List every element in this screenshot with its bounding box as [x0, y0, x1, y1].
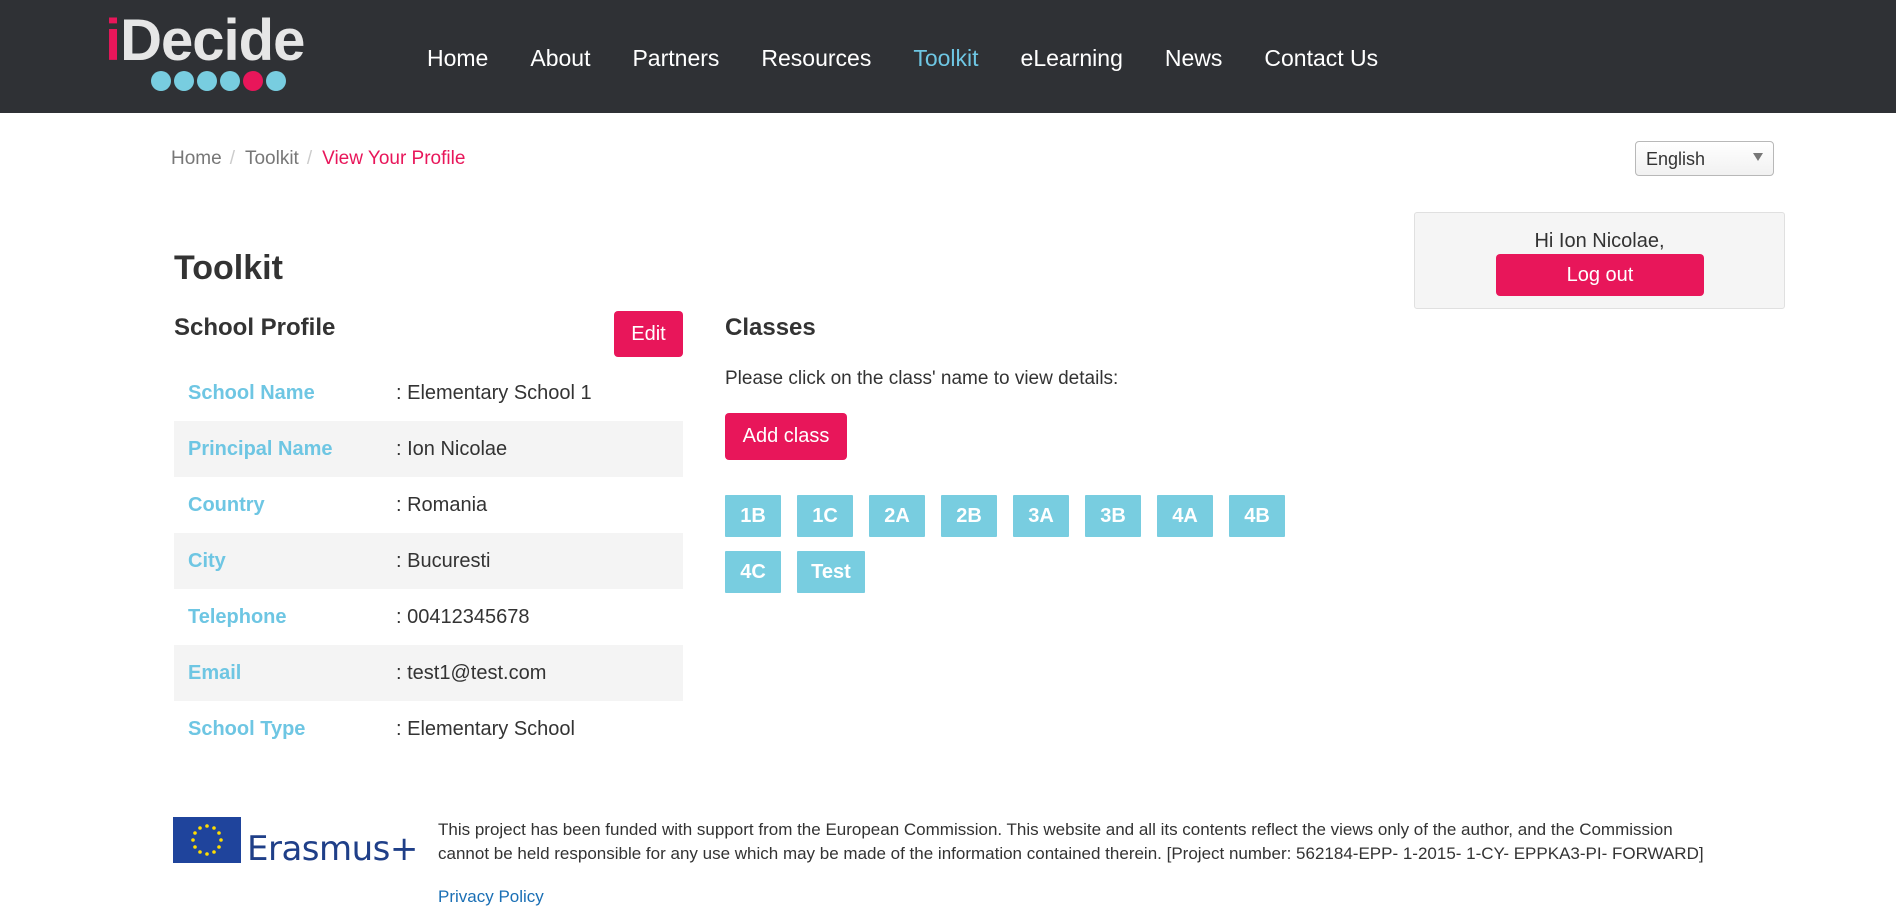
- classes-hint: Please click on the class' name to view …: [725, 368, 1119, 389]
- profile-label: Telephone: [188, 605, 287, 628]
- nav-elearning[interactable]: eLearning: [1021, 38, 1123, 78]
- main-nav: Home About Partners Resources Toolkit eL…: [406, 38, 1399, 78]
- eu-flag-icon: [173, 817, 241, 863]
- logo-dots: [151, 71, 286, 91]
- nav-partners[interactable]: Partners: [632, 38, 719, 78]
- privacy-policy-link[interactable]: Privacy Policy: [438, 887, 544, 907]
- profile-row-country: Country : Romania: [174, 477, 683, 533]
- logo-dot: [174, 71, 194, 91]
- profile-value: : test1@test.com: [396, 661, 547, 684]
- profile-label: Principal Name: [188, 437, 333, 460]
- logo-dot: [243, 71, 263, 91]
- top-navigation-bar: iDecide Home About Partners Resources To…: [0, 0, 1896, 113]
- class-button[interactable]: 4A: [1157, 495, 1213, 537]
- nav-about[interactable]: About: [530, 38, 590, 78]
- profile-value: : Bucuresti: [396, 549, 491, 572]
- classes-title: Classes: [725, 314, 816, 341]
- profile-row-city: City : Bucuresti: [174, 533, 683, 589]
- school-profile-table: School Name : Elementary School 1 Princi…: [174, 365, 683, 757]
- school-profile-title: School Profile: [174, 314, 336, 341]
- class-button[interactable]: 3B: [1085, 495, 1141, 537]
- idecide-logo[interactable]: iDecide: [105, 8, 315, 98]
- erasmus-plus-logo: Erasmus+: [247, 829, 418, 869]
- profile-label: School Name: [188, 381, 315, 404]
- profile-label: Country: [188, 493, 265, 516]
- breadcrumb-separator: /: [229, 148, 235, 169]
- logo-dot: [266, 71, 286, 91]
- logout-button[interactable]: Log out: [1496, 254, 1704, 296]
- profile-row-school-type: School Type : Elementary School: [174, 701, 683, 757]
- page-title: Toolkit: [174, 249, 283, 287]
- nav-news[interactable]: News: [1165, 38, 1223, 78]
- add-class-button[interactable]: Add class: [725, 413, 847, 460]
- chevron-down-icon: [1753, 153, 1763, 161]
- breadcrumb: Home / Toolkit / View Your Profile: [171, 148, 465, 170]
- breadcrumb-separator: /: [306, 148, 313, 169]
- class-button[interactable]: 2B: [941, 495, 997, 537]
- class-button[interactable]: 3A: [1013, 495, 1069, 537]
- breadcrumb-home[interactable]: Home: [171, 148, 222, 170]
- logo-dot: [197, 71, 217, 91]
- class-list: 1B 1C 2A 2B 3A 3B 4A 4B 4C Test: [725, 495, 1365, 607]
- profile-label: City: [188, 549, 226, 572]
- profile-row-telephone: Telephone : 00412345678: [174, 589, 683, 645]
- profile-row-email: Email : test1@test.com: [174, 645, 683, 701]
- logo-wordmark: iDecide: [105, 8, 305, 73]
- class-button[interactable]: 1C: [797, 495, 853, 537]
- nav-toolkit[interactable]: Toolkit: [913, 38, 978, 78]
- class-button[interactable]: 4B: [1229, 495, 1285, 537]
- profile-value: : Elementary School: [396, 717, 575, 740]
- profile-value: : Ion Nicolae: [396, 437, 508, 460]
- user-panel: Hi Ion Nicolae, Log out: [1414, 212, 1785, 309]
- class-button[interactable]: Test: [797, 551, 865, 593]
- profile-row-school-name: School Name : Elementary School 1: [174, 365, 683, 421]
- language-selected-value: English: [1646, 149, 1706, 169]
- logo-dot: [151, 71, 171, 91]
- class-button[interactable]: 2A: [869, 495, 925, 537]
- profile-value: : Elementary School 1: [396, 381, 592, 404]
- logo-dot: [220, 71, 240, 91]
- profile-label: School Type: [188, 717, 306, 740]
- user-greeting: Hi Ion Nicolae,: [1534, 230, 1665, 252]
- nav-home[interactable]: Home: [427, 38, 488, 78]
- language-select[interactable]: English: [1635, 141, 1774, 176]
- nav-contact-us[interactable]: Contact Us: [1264, 38, 1378, 78]
- profile-label: Email: [188, 661, 242, 684]
- nav-resources[interactable]: Resources: [761, 38, 871, 78]
- breadcrumb-current: View Your Profile: [322, 148, 466, 169]
- edit-profile-button[interactable]: Edit: [614, 311, 683, 357]
- profile-row-principal-name: Principal Name : Ion Nicolae: [174, 421, 683, 477]
- funding-disclaimer: This project has been funded with suppor…: [438, 820, 1704, 863]
- class-button[interactable]: 4C: [725, 551, 781, 593]
- profile-value: : 00412345678: [396, 605, 530, 628]
- class-button[interactable]: 1B: [725, 495, 781, 537]
- breadcrumb-toolkit[interactable]: Toolkit: [245, 148, 299, 170]
- profile-value: : Romania: [396, 493, 488, 516]
